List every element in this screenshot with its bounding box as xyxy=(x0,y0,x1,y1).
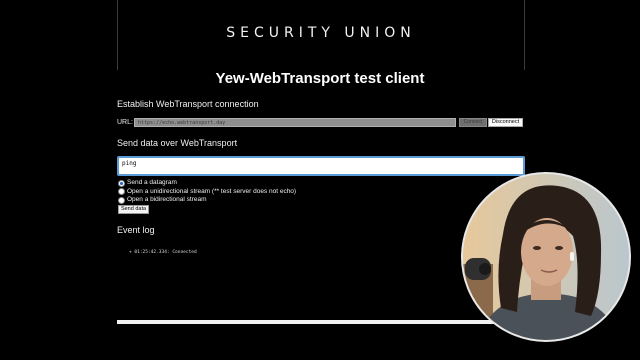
radio-option-datagram[interactable]: Send a datagram xyxy=(118,179,296,188)
message-input[interactable]: ping xyxy=(117,156,525,176)
radio-option-bidirectional[interactable]: Open a bidirectional stream xyxy=(118,196,296,205)
radio-label: Open a unidirectional stream (** test se… xyxy=(127,187,297,195)
webcam-overlay xyxy=(461,172,631,342)
radio-label: Send a datagram xyxy=(127,179,177,187)
header-banner: SECURITY UNION xyxy=(117,0,525,70)
url-row: URL: https://echo.webtransport.day Conne… xyxy=(117,118,527,128)
disconnect-button[interactable]: Disconnect xyxy=(488,118,523,127)
radio-option-unidirectional[interactable]: Open a unidirectional stream (** test se… xyxy=(118,188,296,197)
url-input[interactable]: https://echo.webtransport.day xyxy=(134,118,456,127)
radio-label: Open a bidirectional stream xyxy=(127,196,207,204)
event-log-title: Event log xyxy=(117,225,155,235)
presenter-video-image xyxy=(463,174,629,340)
send-mode-radio-group: Send a datagram Open a unidirectional st… xyxy=(118,179,296,205)
send-data-button[interactable]: Send data xyxy=(118,205,149,214)
bottom-divider xyxy=(117,320,525,324)
url-label: URL: xyxy=(117,119,133,126)
radio-button-icon[interactable] xyxy=(118,188,125,196)
connect-button[interactable]: Connect xyxy=(459,118,487,127)
radio-button-icon[interactable] xyxy=(118,179,125,187)
log-entry: + 01:25:42.334: Connected xyxy=(129,250,197,255)
page-title: Yew-WebTransport test client xyxy=(215,70,425,87)
send-section-title: Send data over WebTransport xyxy=(117,138,238,148)
brand-logo: SECURITY UNION xyxy=(226,25,416,41)
connection-section-title: Establish WebTransport connection xyxy=(117,99,259,109)
radio-button-icon[interactable] xyxy=(118,196,125,204)
